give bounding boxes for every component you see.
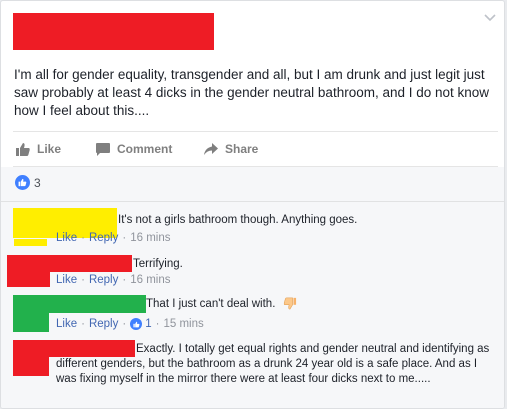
like-button[interactable]: Like bbox=[15, 132, 61, 166]
thumbs-down-emoji-icon bbox=[283, 298, 296, 310]
comment-meta: Like · Reply · 1 · 15 mins bbox=[56, 318, 204, 330]
comment-meta: Like · Reply · 16 mins bbox=[56, 232, 171, 244]
comment-timestamp[interactable]: 16 mins bbox=[130, 274, 170, 286]
comment-text: That I just can't deal with. bbox=[146, 297, 496, 312]
comment-timestamp[interactable]: 16 mins bbox=[130, 232, 170, 244]
like-reaction-icon bbox=[15, 175, 30, 190]
comment-reply-link[interactable]: Reply bbox=[89, 274, 118, 286]
redacted-poster-name bbox=[13, 13, 214, 50]
share-label: Share bbox=[225, 142, 259, 156]
comment-button[interactable]: Comment bbox=[95, 132, 172, 166]
comment-label: Comment bbox=[117, 142, 173, 156]
reactions-bar bbox=[1, 167, 504, 201]
share-button[interactable]: Share bbox=[203, 132, 258, 166]
like-label: Like bbox=[37, 142, 62, 156]
like-reaction-icon bbox=[130, 318, 143, 330]
comment-text-body: That I just can't deal with. bbox=[146, 298, 276, 310]
comment-like-link[interactable]: Like bbox=[56, 318, 77, 330]
redacted-commenter-name bbox=[13, 340, 49, 376]
comment-like-count[interactable]: 1 bbox=[145, 318, 151, 330]
comment-meta: Like · Reply · 16 mins bbox=[56, 274, 171, 286]
comment-timestamp[interactable]: 15 mins bbox=[163, 318, 203, 330]
reaction-count: 3 bbox=[34, 175, 41, 190]
comment-text: Terrifying. bbox=[133, 258, 183, 270]
redacted-commenter-name bbox=[13, 295, 49, 332]
comment-text: It's not a girls bathroom though. Anythi… bbox=[118, 214, 358, 226]
comment-reply-link[interactable]: Reply bbox=[89, 232, 118, 244]
thumbs-up-icon bbox=[16, 142, 30, 156]
chevron-down-icon[interactable] bbox=[483, 13, 497, 23]
post-card: I'm all for gender equality, transgender… bbox=[0, 0, 505, 409]
post-text: I'm all for gender equality, transgender… bbox=[14, 67, 490, 118]
comment-like-link[interactable]: Like bbox=[56, 232, 77, 244]
comment-like-link[interactable]: Like bbox=[56, 274, 77, 286]
share-icon bbox=[204, 142, 218, 155]
reaction-summary[interactable]: 3 bbox=[15, 175, 41, 190]
redacted-commenter-name bbox=[14, 239, 47, 246]
comment-reply-link[interactable]: Reply bbox=[89, 318, 118, 330]
post-action-bar: Like Comment Share bbox=[13, 131, 498, 167]
comment-icon bbox=[96, 142, 110, 156]
comment-text: Exactly. I totally get equal rights and … bbox=[56, 343, 490, 385]
redacted-commenter-name bbox=[7, 255, 50, 287]
